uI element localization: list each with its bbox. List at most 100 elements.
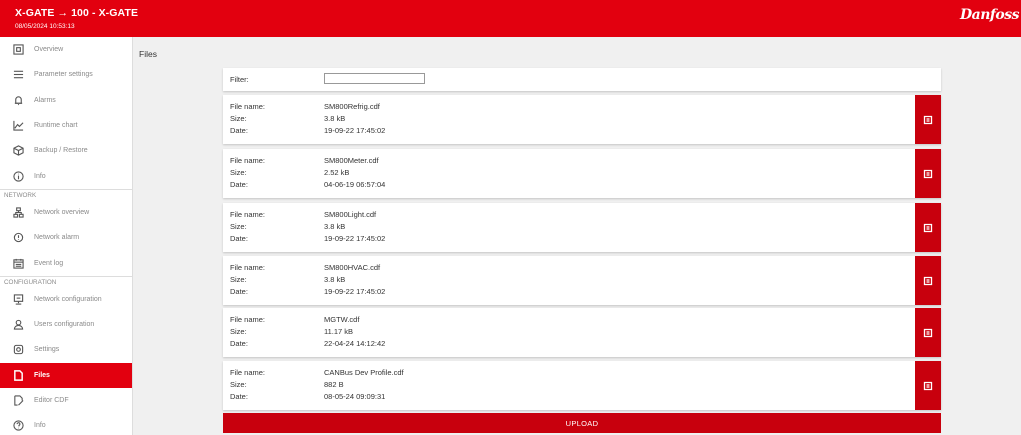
sidebar-item-label: Files bbox=[34, 371, 50, 379]
sidebar-item-label: Users configuration bbox=[34, 321, 95, 329]
file-date-label: Date: bbox=[230, 126, 248, 135]
file-size-value: 11.17 kB bbox=[324, 327, 354, 336]
file-date-label: Date: bbox=[230, 392, 248, 401]
info-icon bbox=[12, 170, 24, 182]
header-timestamp: 08/05/2024 10:53:13 bbox=[15, 23, 75, 30]
file-name-value: CANBus Dev Profile.cdf bbox=[324, 368, 404, 377]
file-name-label: File name: bbox=[230, 102, 266, 111]
sidebar-item-info[interactable]: Info bbox=[0, 163, 132, 188]
chart-icon bbox=[12, 120, 24, 132]
delete-file-button[interactable] bbox=[915, 361, 941, 410]
file-date-label: Date: bbox=[230, 234, 248, 243]
file-card: File name: MGTW.cdf Size: 11.17 kB Date:… bbox=[223, 308, 941, 357]
file-name-value: SM800Refrig.cdf bbox=[324, 102, 380, 111]
file-name-value: SM800Light.cdf bbox=[324, 210, 377, 219]
sidebar-item-label: Network alarm bbox=[34, 234, 80, 242]
delete-file-button[interactable] bbox=[915, 256, 941, 305]
sidebar-item-label: Event log bbox=[34, 259, 64, 267]
file-card: File name: SM800Meter.cdf Size: 2.52 kB … bbox=[223, 149, 941, 198]
file-name-value: SM800Meter.cdf bbox=[324, 156, 379, 165]
sidebar-item-label: Info bbox=[34, 422, 46, 430]
sidebar-item-parameter-settings[interactable]: Parameter settings bbox=[0, 62, 132, 87]
delete-file-button[interactable] bbox=[915, 308, 941, 357]
sidebar-item-label: Runtime chart bbox=[34, 122, 78, 130]
sidebar-item-users-configuration[interactable]: Users configuration bbox=[0, 312, 132, 337]
file-card: File name: SM800Light.cdf Size: 3.8 kB D… bbox=[223, 203, 941, 252]
trash-icon bbox=[923, 223, 933, 232]
sidebar-item-label: Parameter settings bbox=[34, 71, 93, 79]
file-date-label: Date: bbox=[230, 287, 248, 296]
sidebar: Overview Parameter settings Alarms Runti… bbox=[0, 37, 133, 435]
file-size-value: 3.8 kB bbox=[324, 114, 346, 123]
file-size-label: Size: bbox=[230, 275, 247, 284]
file-name-value: MGTW.cdf bbox=[324, 315, 360, 324]
file-date-value: 19-09-22 17:45:02 bbox=[324, 287, 386, 296]
sidebar-item-network-alarm[interactable]: Network alarm bbox=[0, 225, 132, 250]
user-icon bbox=[12, 319, 24, 331]
file-name-label: File name: bbox=[230, 210, 266, 219]
network-icon bbox=[12, 206, 24, 218]
file-size-value: 882 B bbox=[324, 380, 344, 389]
file-date-value: 08-05-24 09:09:31 bbox=[324, 392, 386, 401]
sidebar-item-label: Backup / Restore bbox=[34, 147, 88, 155]
sidebar-item-files[interactable]: Files bbox=[0, 362, 132, 388]
list-icon bbox=[12, 69, 24, 81]
file-date-label: Date: bbox=[230, 180, 248, 189]
sidebar-item-network-configuration[interactable]: Network configuration bbox=[0, 287, 132, 312]
calendar-icon bbox=[12, 257, 24, 269]
delete-file-button[interactable] bbox=[915, 149, 941, 198]
sidebar-item-backup-restore[interactable]: Backup / Restore bbox=[0, 138, 132, 163]
file-size-label: Size: bbox=[230, 114, 247, 123]
sidebar-item-label: Alarms bbox=[34, 96, 56, 104]
edit-file-icon bbox=[12, 395, 24, 407]
file-size-label: Size: bbox=[230, 222, 247, 231]
file-card: File name: SM800HVAC.cdf Size: 3.8 kB Da… bbox=[223, 256, 941, 305]
delete-file-button[interactable] bbox=[915, 95, 941, 144]
trash-icon bbox=[923, 276, 933, 285]
trash-icon bbox=[923, 328, 933, 337]
file-name-label: File name: bbox=[230, 156, 266, 165]
filter-label: Filter: bbox=[230, 75, 249, 84]
file-size-value: 3.8 kB bbox=[324, 222, 346, 231]
trash-icon bbox=[923, 381, 933, 390]
sidebar-item-label: Editor CDF bbox=[34, 397, 69, 404]
sidebar-item-settings[interactable]: Settings bbox=[0, 337, 132, 362]
sidebar-item-event-log[interactable]: Event log bbox=[0, 250, 132, 275]
file-size-label: Size: bbox=[230, 380, 247, 389]
file-card: File name: SM800Refrig.cdf Size: 3.8 kB … bbox=[223, 95, 941, 144]
file-date-label: Date: bbox=[230, 339, 248, 348]
sidebar-item-info-configuration[interactable]: Info bbox=[0, 413, 132, 435]
sidebar-item-label: Network configuration bbox=[34, 295, 102, 303]
sidebar-item-label: Info bbox=[34, 172, 46, 180]
sidebar-item-alarms[interactable]: Alarms bbox=[0, 88, 132, 113]
sidebar-item-overview[interactable]: Overview bbox=[0, 37, 132, 62]
file-size-label: Size: bbox=[230, 327, 247, 336]
delete-file-button[interactable] bbox=[915, 203, 941, 252]
file-name-label: File name: bbox=[230, 368, 266, 377]
file-card: File name: CANBus Dev Profile.cdf Size: … bbox=[223, 361, 941, 410]
sidebar-item-network-overview[interactable]: Network overview bbox=[0, 200, 132, 225]
file-name-value: SM800HVAC.cdf bbox=[324, 263, 381, 272]
upload-button[interactable]: UPLOAD bbox=[223, 413, 941, 433]
file-name-label: File name: bbox=[230, 263, 266, 272]
file-icon bbox=[12, 369, 24, 381]
file-date-value: 19-09-22 17:45:02 bbox=[324, 126, 386, 135]
box-icon bbox=[12, 145, 24, 157]
alarm-icon bbox=[12, 232, 24, 244]
bell-icon bbox=[12, 94, 24, 106]
overview-icon bbox=[12, 44, 24, 56]
sidebar-item-editor-cdf[interactable]: Editor CDF bbox=[0, 388, 132, 413]
sidebar-item-runtime-chart[interactable]: Runtime chart bbox=[0, 113, 132, 138]
sidebar-item-label: Overview bbox=[34, 46, 64, 54]
trash-icon bbox=[923, 169, 933, 178]
section-label-network: NETWORK bbox=[0, 188, 132, 200]
filter-input[interactable] bbox=[324, 73, 425, 84]
sidebar-item-label: Network overview bbox=[34, 208, 90, 216]
danfoss-logo: Danfoss bbox=[959, 7, 1020, 23]
sidebar-item-label: Settings bbox=[34, 346, 60, 354]
gear-icon bbox=[12, 344, 24, 356]
file-name-label: File name: bbox=[230, 315, 266, 324]
filter-card: Filter: bbox=[223, 68, 941, 91]
trash-icon bbox=[923, 115, 933, 124]
file-date-value: 22-04-24 14:12:42 bbox=[324, 339, 386, 348]
